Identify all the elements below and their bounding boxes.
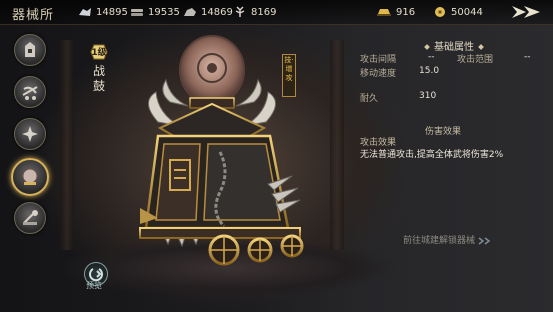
silver-ore-icon: [79, 8, 91, 16]
sidebar-item-catapult[interactable]: [14, 202, 46, 234]
war-drum-vehicle-image: [139, 35, 304, 266]
return-arrow-icon[interactable]: [510, 3, 544, 21]
double-chevron-right-icon: [478, 236, 491, 245]
sidebar-item-war-drum[interactable]: [11, 158, 49, 196]
skill-tag: 技·增攻: [282, 54, 296, 97]
stone-icon: [184, 8, 196, 16]
attack-interval-label: 攻击间隔: [360, 55, 397, 65]
durability-label: 耐久: [360, 94, 379, 104]
resource-wood: 19535: [130, 6, 180, 18]
vehicle-sidebar: [10, 34, 50, 244]
spiked-cart-icon: [22, 126, 38, 142]
attack-range-label: 攻击范围: [457, 55, 494, 65]
vehicle-name: 战鼓: [93, 64, 106, 93]
sidebar-item-siege-tower[interactable]: [14, 34, 46, 66]
goto-unlock-link[interactable]: 前往城建解锁器械: [403, 233, 492, 246]
resource-gold: 916: [376, 6, 415, 18]
preview-label: 预览: [86, 281, 102, 290]
war-drum-icon: [22, 168, 38, 185]
ballista-icon: [22, 86, 38, 100]
resource-copper: 50044: [433, 6, 483, 18]
grain-icon: [235, 6, 245, 17]
copper-coin-icon: [435, 7, 445, 17]
durability-value: 310: [419, 91, 437, 101]
resource-silver: 14895: [78, 6, 128, 18]
diamond-icon: [424, 44, 430, 50]
attack-range-value: --: [524, 52, 531, 62]
page-title: 器械所: [12, 8, 55, 23]
attack-interval-value: --: [428, 52, 435, 62]
bg-pillar: [60, 40, 74, 250]
basic-stats-title: 基础属性: [420, 38, 488, 53]
siege-tower-icon: [25, 42, 35, 57]
move-speed-label: 移动速度: [360, 69, 397, 79]
move-speed-value: 15.0: [419, 66, 440, 76]
gold-ingot-icon: [377, 9, 391, 16]
resource-stone: 14869: [183, 6, 233, 18]
vehicle-level: 1级: [91, 48, 107, 58]
catapult-icon: [23, 210, 38, 225]
damage-effect-title: 伤害效果: [425, 127, 462, 137]
sidebar-item-spiked-cart[interactable]: [14, 118, 46, 150]
diamond-icon: [478, 44, 484, 50]
attack-effect-text: 无法普通攻击,提高全体武将伤害2%: [360, 150, 504, 160]
wood-icon: [131, 9, 143, 16]
sidebar-item-ballista[interactable]: [14, 76, 46, 108]
resource-grain: 8169: [233, 6, 276, 18]
